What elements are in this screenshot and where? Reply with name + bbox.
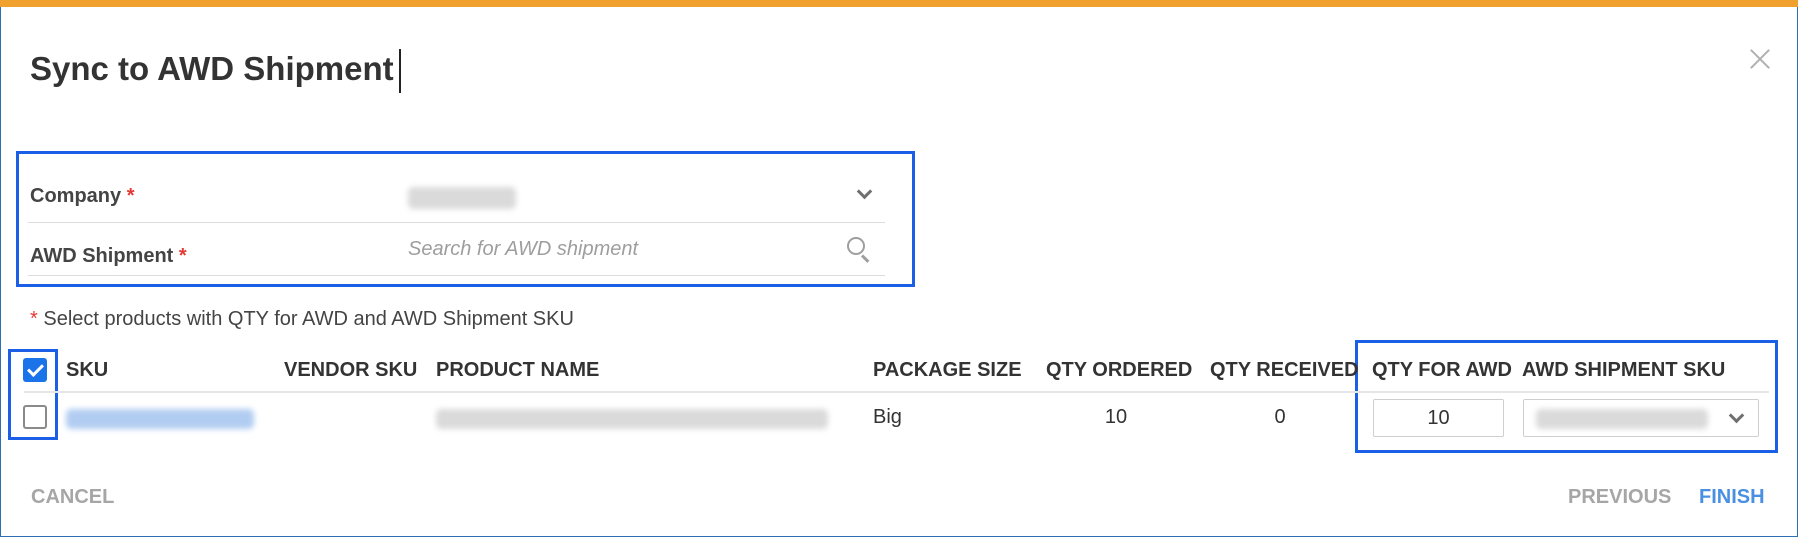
company-field-divider xyxy=(28,222,885,223)
company-value-blurred xyxy=(408,187,516,209)
company-label: Company * xyxy=(30,185,134,208)
column-header-qty-ordered: QTY ORDERED xyxy=(1046,359,1193,381)
awd-shipment-label-text: AWD Shipment xyxy=(30,245,174,267)
qty-for-awd-input[interactable]: 10 xyxy=(1373,399,1504,437)
sku-link-blurred[interactable] xyxy=(66,409,254,429)
required-mark: * xyxy=(30,308,38,330)
chevron-down-icon xyxy=(1728,407,1745,424)
close-icon[interactable] xyxy=(1747,46,1773,72)
qty-ordered-cell: 10 xyxy=(1104,406,1128,428)
header-divider xyxy=(24,391,1769,393)
search-icon-handle xyxy=(860,254,870,263)
column-header-package-size: PACKAGE SIZE xyxy=(873,359,1022,381)
column-header-product-name: PRODUCT NAME xyxy=(436,359,600,381)
company-select[interactable] xyxy=(405,176,885,220)
finish-button[interactable]: FINISH xyxy=(1699,486,1765,509)
product-name-blurred xyxy=(436,409,828,429)
awd-sku-value-blurred xyxy=(1536,409,1708,429)
text-cursor xyxy=(399,49,401,93)
instruction-note: * Select products with QTY for AWD and A… xyxy=(30,308,574,331)
package-size-cell: Big xyxy=(873,406,902,428)
column-header-qty-received: QTY RECEIVED xyxy=(1210,359,1359,381)
previous-button[interactable]: PREVIOUS xyxy=(1568,486,1671,509)
required-mark: * xyxy=(126,185,135,207)
awd-shipment-label: AWD Shipment * xyxy=(30,245,187,268)
qty-received-cell: 0 xyxy=(1274,406,1286,428)
awd-shipment-field-divider xyxy=(28,275,885,276)
column-header-sku: SKU xyxy=(66,359,109,381)
awd-shipment-sku-select[interactable] xyxy=(1523,399,1759,437)
dialog-title: Sync to AWD Shipment xyxy=(30,50,394,87)
row-checkbox[interactable] xyxy=(23,405,47,429)
cancel-button[interactable]: CANCEL xyxy=(31,486,114,509)
instruction-text: Select products with QTY for AWD and AWD… xyxy=(37,308,574,330)
chevron-down-icon xyxy=(856,183,873,200)
search-icon[interactable] xyxy=(846,236,872,263)
column-header-vendor-sku: VENDOR SKU xyxy=(284,359,418,381)
company-label-text: Company xyxy=(30,185,122,207)
required-mark: * xyxy=(178,245,187,267)
column-header-awd-shipment-sku: AWD SHIPMENT SKU xyxy=(1522,359,1726,381)
column-header-qty-for-awd: QTY FOR AWD xyxy=(1372,359,1512,381)
accent-bar xyxy=(0,0,1798,7)
search-icon-ring xyxy=(847,237,865,255)
awd-shipment-search-input[interactable]: Search for AWD shipment xyxy=(408,238,638,261)
select-all-checkbox[interactable] xyxy=(23,358,47,382)
